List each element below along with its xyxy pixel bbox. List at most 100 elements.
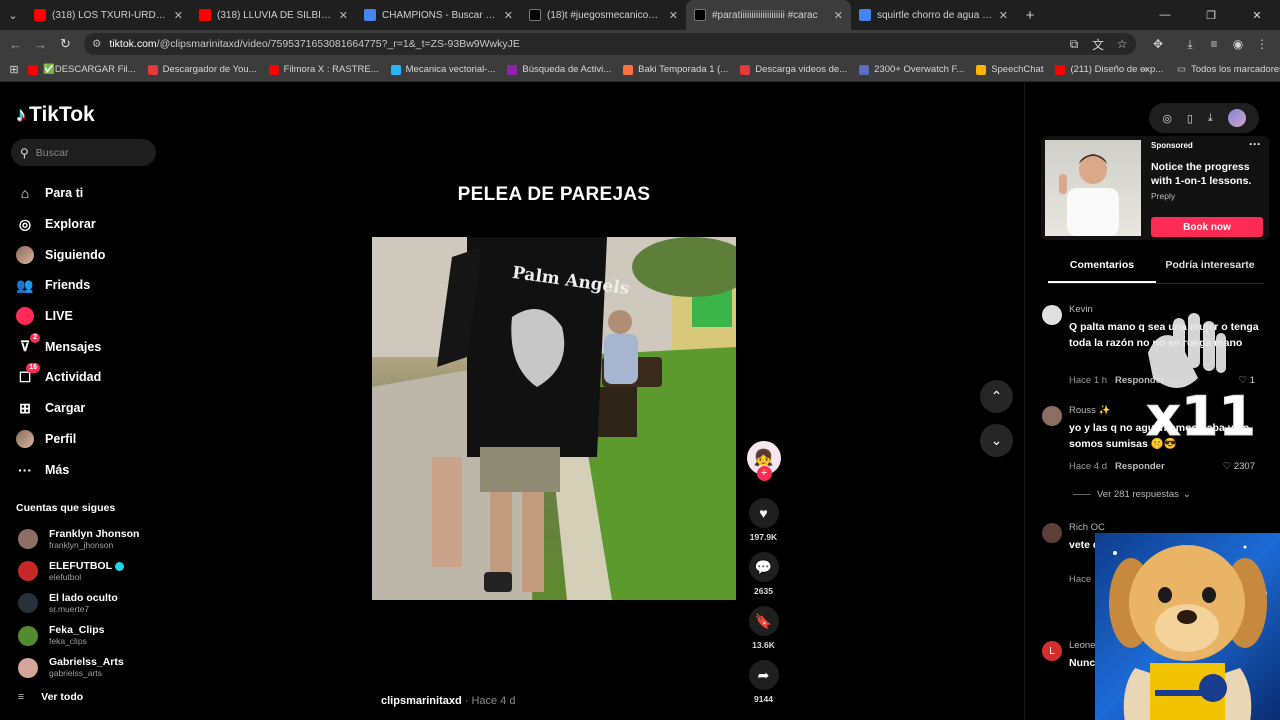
downloads-icon[interactable]: ⤓ [1178,37,1202,52]
tab-close-icon[interactable]: ✕ [999,9,1008,22]
tab-recommended[interactable]: Podría interesarte [1156,259,1264,283]
sidebar-item[interactable]: ⊽ 2 Mensajes [16,331,166,362]
restore-icon[interactable]: ❐ [1188,0,1234,30]
bookmark-item[interactable]: Descargador de You... [147,64,257,75]
close-window-icon[interactable]: ✕ [1234,0,1280,30]
commenter-avatar[interactable] [1042,406,1062,426]
commenter-name[interactable]: Leone [1069,640,1095,651]
bookmark-item[interactable]: Filmora X : RASTRE... [268,64,379,75]
follow-plus-icon[interactable]: + [756,466,772,481]
more-bookmarks-icon[interactable]: » [1143,64,1148,75]
translate-icon[interactable]: 文 [1086,36,1110,53]
share-button[interactable]: ➦ 9144 [748,660,779,704]
like-button[interactable]: ♥ 197.9K [748,498,779,542]
commenter-name[interactable]: Rich OC [1069,522,1105,533]
notification-badge: 2 [30,332,40,343]
sidebar-item[interactable]: ☐ 16 Actividad [16,362,166,393]
commenter-avatar[interactable]: L [1042,641,1062,661]
reply-button[interactable]: Responder [1115,461,1165,472]
bookmark-item[interactable]: SpeechChat [976,64,1043,75]
following-item[interactable]: Franklyn Jhonson franklyn_jhonson [18,523,168,555]
ad-more-icon[interactable]: ··· [1249,137,1261,151]
commenter-avatar[interactable] [1042,305,1062,325]
tab-search-icon[interactable]: ⌄ [0,0,26,30]
browser-tab[interactable]: CHAMPIONS - Buscar con Goo ✕ [356,0,521,30]
following-item[interactable]: Feka_Clips feka_clips [18,620,168,652]
forward-icon[interactable]: → [28,37,53,52]
phone-icon[interactable]: ▯ [1187,112,1193,125]
install-app-icon[interactable]: ⧉ [1062,37,1086,52]
download-icon[interactable]: ⤓ [1208,112,1213,125]
following-item[interactable]: ELEFUTBOL elefutbol [18,555,168,587]
back-icon[interactable]: ← [3,37,28,52]
commenter-name[interactable]: Rouss ✨ [1069,405,1110,416]
tiktok-logo[interactable]: ♪ TikTok [16,103,95,127]
profile-icon[interactable]: ◉ [1226,37,1250,51]
new-tab-button[interactable]: + [1016,7,1044,24]
browser-tab[interactable]: (318) LLUVIA DE SILBÍDOS EN E ✕ [191,0,356,30]
upload-icon: ⊞ [19,399,31,416]
bookmark-label: (211) Diseño de exp... [1070,64,1164,75]
commenter-name[interactable]: Kevin [1069,304,1093,315]
save-button[interactable]: 🔖 13.6K [748,606,779,650]
sidebar-item[interactable]: ··· Más [16,454,166,485]
browser-menu-icon[interactable]: ⋮ [1250,37,1274,51]
video-author[interactable]: clipsmarinitaxd [381,695,462,707]
address-bar[interactable]: ⚙ tiktok.com/@clipsmarinitaxd/video/7595… [84,33,1136,55]
video-player[interactable]: Palm Angels [372,237,736,600]
following-name-text: Gabrielss_Arts [49,656,124,669]
tab-close-icon[interactable]: ✕ [669,9,678,22]
apps-grid-icon[interactable]: ⊞ [0,63,28,76]
comment-button[interactable]: 💬 2635 [748,552,779,596]
bookmark-item[interactable]: Mecanica vectorial-... [390,64,495,75]
sidebar-item[interactable]: ⊞ Cargar [16,393,166,424]
sidebar-item[interactable]: Siguiendo [16,239,166,270]
bookmark-item[interactable]: Búsqueda de Activi... [507,64,611,75]
following-item[interactable]: El lado oculto sr.muerte7 [18,587,168,619]
see-all-button[interactable]: ≡ Ver todo [18,691,83,703]
browser-tab[interactable]: (18)t #juegosmecanicos #Viral ✕ [521,0,686,30]
tab-close-icon[interactable]: ✕ [174,9,183,22]
sidebar-item[interactable]: ◎ Explorar [16,209,166,240]
ad-brand[interactable]: Preply [1151,191,1175,201]
tab-close-icon[interactable]: ✕ [504,9,513,22]
creator-avatar[interactable]: 👧 + [746,441,781,481]
compass-small-icon[interactable]: ◎ [1162,112,1172,125]
book-now-button[interactable]: Book now [1151,217,1263,237]
view-replies-button[interactable]: Ver 281 respuestas ⌄ [1073,489,1191,500]
bookmark-item[interactable]: ✅DESCARGAR Fil... [28,64,136,75]
minimize-icon[interactable]: — [1142,0,1188,30]
bookmark-item[interactable]: Baki Temporada 1 (... [623,64,728,75]
sponsored-ad[interactable]: Sponsored ··· Notice the progress with 1… [1041,136,1269,240]
user-avatar-icon[interactable] [1227,109,1246,127]
following-item[interactable]: Gabrielss_Arts gabrielss_arts [18,652,168,684]
reading-list-icon[interactable]: ≡ [1202,37,1226,51]
commenter-avatar[interactable] [1042,523,1062,543]
bookmark-star-icon[interactable]: ☆ [1110,37,1134,51]
sidebar-item[interactable]: Perfil [16,424,166,455]
comment-time: Hace 1 h [1069,375,1108,386]
next-video-button[interactable]: ⌄ [980,424,1013,457]
all-bookmarks[interactable]: ▭ Todos los marcadores [1177,64,1280,75]
browser-tab[interactable]: (318) LOS TXURI-URDIN BAJAR ✕ [26,0,191,30]
comment-meta: Hace 4 d Responder [1069,461,1165,472]
video-author-line[interactable]: clipsmarinitaxd · Hace 4 d [381,695,516,707]
sidebar-item[interactable]: 👥 Friends [16,270,166,301]
tab-close-icon[interactable]: ✕ [339,9,348,22]
search-input[interactable]: ⚲ Buscar [11,139,156,166]
reload-icon[interactable]: ↻ [53,36,78,52]
sidebar-item-label: Perfil [45,431,77,446]
sidebar-item[interactable]: ⌂ Para ti [16,178,166,209]
tab-comments[interactable]: Comentarios [1048,259,1156,283]
tab-close-icon[interactable]: ✕ [834,9,843,22]
bookmark-item[interactable]: Descarga videos de... [740,64,847,75]
site-info-icon[interactable]: ⚙ [92,38,101,50]
sidebar-item[interactable]: LIVE [16,301,166,332]
browser-tab[interactable]: squirtle chorro de agua - Busc ✕ [851,0,1016,30]
browser-tab[interactable]: #paratiiiiiiiiiiiiiiiiiiii #carac ✕ [686,0,851,30]
extensions-icon[interactable]: ✥ [1146,37,1170,51]
comment-like-button[interactable]: ♡ 2307 [1223,461,1255,472]
bookmark-item[interactable]: 2300+ Overwatch F... [859,64,964,75]
sidebar-item-label: Mensajes [45,339,102,354]
previous-video-button[interactable]: ⌃ [980,380,1013,413]
